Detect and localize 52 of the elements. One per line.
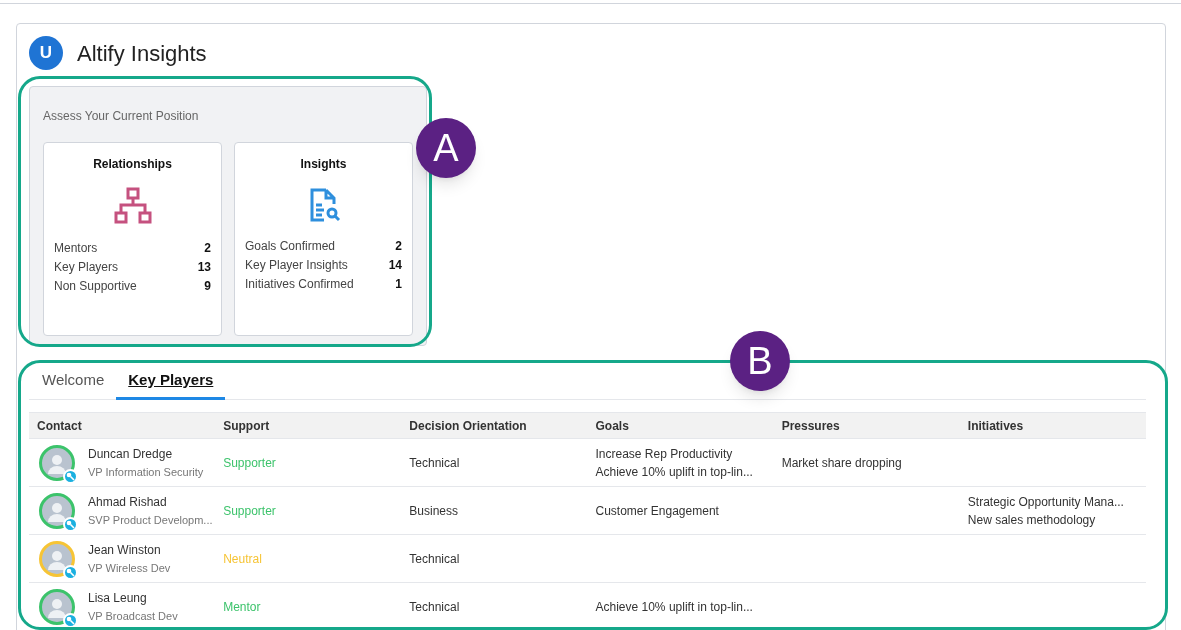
table-cell-text: Increase Rep Productivity [595,445,734,463]
tab[interactable]: Welcome [30,363,117,400]
contact-role: VP Information Security [88,464,204,480]
support-status: Neutral [223,550,262,568]
contact-role: SVP Product Developm... [88,512,213,528]
org-chart-icon [113,187,152,225]
table-cell-text: Technical [409,598,461,616]
support-status: Supporter [223,454,276,472]
stat-value: 2 [395,238,402,255]
stat-value: 9 [204,278,211,295]
stat-value: 1 [395,276,402,293]
column-header: Decision Orientation [408,417,528,435]
stat-value: 13 [197,259,211,276]
table-cell-text: Technical [409,454,461,472]
table-cell-text: Strategic Opportunity Mana... [967,493,1125,511]
section-title: Assess Your Current Position [43,108,200,125]
table-cell-text: Customer Engagement [595,502,720,520]
key-icon [63,468,78,484]
key-icon [63,564,78,580]
stat-label: Mentors [54,240,98,257]
card-title: Relationships [92,156,173,173]
key-icon [63,516,78,532]
support-status: Mentor [223,598,261,616]
app-logo: U [29,36,63,70]
card-title: Insights [299,156,348,173]
table-cell-text: Business [409,502,460,520]
support-status: Supporter [223,502,276,520]
table-cell-text: Market share dropping [781,454,903,472]
column-header: Support [222,417,271,435]
column-header: Contact [36,417,83,435]
stat-label: Initiatives Confirmed [245,276,354,293]
column-header: Pressures [780,417,841,435]
contact-name: Jean Winston [88,541,162,559]
column-header: Initiatives [966,417,1025,435]
column-header: Goals [594,417,630,435]
table-cell-text: Achieve 10% uplift in top-lin... [595,598,754,616]
table-cell-text: New sales methodology [967,511,1097,529]
contact-name: Ahmad Rishad [88,493,168,511]
stat-label: Key Player Insights [245,257,348,274]
app-title: Altify Insights [77,39,207,68]
stat-value: 2 [204,240,211,257]
contact-name: Lisa Leung [88,589,148,607]
contact-role: VP Broadcast Dev [88,608,178,624]
stat-label: Non Supportive [54,278,137,295]
tab[interactable]: Key Players [116,363,226,400]
table-cell-text: Technical [409,550,461,568]
contact-role: VP Wireless Dev [88,560,171,576]
stat-value: 14 [388,257,402,274]
table-cell-text: Achieve 10% uplift in top-lin... [595,463,754,481]
contact-name: Duncan Dredge [88,445,174,463]
stat-label: Goals Confirmed [245,238,336,255]
stat-label: Key Players [54,259,119,276]
